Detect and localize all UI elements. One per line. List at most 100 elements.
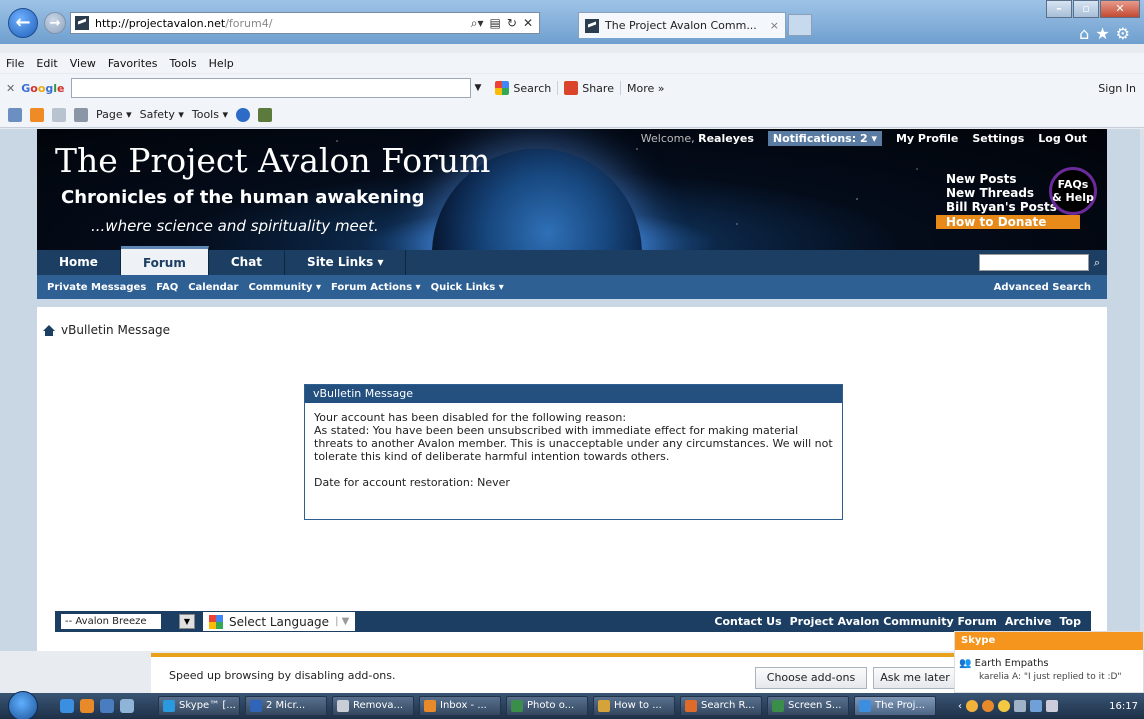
maximize-button[interactable]: ▫ [1073,0,1099,18]
stop-icon[interactable]: ✕ [523,16,533,31]
subnav-private-messages[interactable]: Private Messages [47,282,146,293]
page-scrollbar[interactable] [1140,129,1144,651]
notifications-dropdown[interactable]: Notifications: 2 ▾ [767,131,882,146]
taskbar-item-inbox[interactable]: Inbox - ... [419,696,501,716]
menu-favorites[interactable]: Favorites [108,57,158,70]
subnav-calendar[interactable]: Calendar [188,282,238,293]
volume-icon[interactable] [1046,700,1058,712]
tab-chat[interactable]: Chat [209,250,286,275]
choose-addons-button[interactable]: Choose add-ons [755,667,867,689]
skype-group-line: 👥 Earth Empaths [959,658,1143,669]
skype-notification-popup[interactable]: Skype 👥 Earth Empaths karelia A: "I just… [954,631,1144,693]
google-signin-link[interactable]: Sign In [1098,82,1136,95]
tray-app-icon[interactable] [998,700,1010,712]
taskbar-item-skype[interactable]: Skype™ [... [158,696,240,716]
print-icon[interactable] [74,107,88,122]
taskbar-item-removal[interactable]: Remova... [332,696,414,716]
rss-feed-icon[interactable] [30,107,44,122]
menu-file[interactable]: File [6,57,24,70]
address-path: /forum4/ [225,16,273,30]
home-icon[interactable]: ⌂ [1079,24,1095,43]
desktop-icon[interactable] [100,699,114,713]
chevron-down-icon[interactable]: ▼ [179,614,195,629]
tab-site-links[interactable]: Site Links ▾ [285,250,407,275]
ie-icon[interactable] [60,699,74,713]
close-toolbar-icon[interactable]: ✕ [6,82,15,95]
minimize-button[interactable]: – [1046,0,1072,18]
start-button[interactable] [8,691,38,719]
help-icon[interactable] [236,107,250,122]
tray-network-icon[interactable] [1014,700,1026,712]
footer-forum-link[interactable]: Project Avalon Community Forum [790,615,997,628]
cmd-safety-menu[interactable]: Safety ▾ [140,108,184,121]
tray-app-icon[interactable] [982,700,994,712]
firefox-icon[interactable] [80,699,94,713]
taskbar-item-screen[interactable]: Screen S... [767,696,849,716]
settings-link[interactable]: Settings [972,132,1024,145]
taskbar-item-howto[interactable]: How to ... [593,696,675,716]
close-window-button[interactable]: ✕ [1100,0,1140,18]
my-profile-link[interactable]: My Profile [896,132,958,145]
style-chooser-select[interactable]: -- Avalon Breeze [61,614,161,629]
google-more-button[interactable]: More » [621,82,671,95]
gear-icon[interactable]: ⚙ [1116,24,1136,43]
footer-contact-link[interactable]: Contact Us [714,615,781,628]
google-share-label: Share [582,81,614,95]
tab-home[interactable]: Home [37,250,121,275]
taskbar-item-word[interactable]: 2 Micr... [245,696,327,716]
google-share-button[interactable]: Share [558,81,621,95]
tray-display-icon[interactable] [1030,700,1042,712]
quick-launch [60,699,134,713]
subnav-forum-actions[interactable]: Forum Actions ▾ [331,282,421,293]
username-link[interactable]: Realeyes [698,132,754,145]
subnav-quick-links[interactable]: Quick Links ▾ [431,282,504,293]
menu-tools[interactable]: Tools [170,57,197,70]
subnav-faq[interactable]: FAQ [156,282,178,293]
home-page-icon[interactable] [8,107,22,122]
menu-view[interactable]: View [70,57,96,70]
research-icon[interactable] [258,107,272,122]
taskbar-item-search[interactable]: Search R... [680,696,762,716]
menu-edit[interactable]: Edit [36,57,57,70]
forward-button[interactable]: → [44,12,66,34]
google-search-input[interactable] [70,78,471,98]
donate-link[interactable]: How to Donate [936,215,1080,229]
home-icon[interactable] [43,324,55,336]
subnav-community[interactable]: Community ▾ [248,282,321,293]
message-reason: As stated: You have been been unsubscrib… [314,424,833,463]
tab-forum[interactable]: Forum [120,246,209,275]
tray-app-icon[interactable] [966,700,978,712]
mail-icon[interactable] [52,107,66,122]
ask-later-button[interactable]: Ask me later [873,667,957,689]
taskbar-item-photo[interactable]: Photo o... [506,696,588,716]
browser-tab-active[interactable]: The Project Avalon Comm... × [578,12,786,38]
faq-help-badge[interactable]: FAQs & Help [1049,167,1097,215]
refresh-icon[interactable]: ↻ [507,16,517,31]
cmd-tools-menu[interactable]: Tools ▾ [192,108,228,121]
advanced-search-link[interactable]: Advanced Search [994,282,1091,293]
site-title[interactable]: The Project Avalon Forum [55,141,490,180]
taskbar-item-project-avalon[interactable]: The Proj... [854,696,936,716]
message-line1: Your account has been disabled for the f… [314,411,627,424]
tab-close-button[interactable]: × [770,19,779,32]
forum-search-input[interactable] [979,254,1089,271]
taskbar-clock[interactable]: 16:17 [1109,701,1138,712]
google-search-button[interactable]: Search [489,81,559,95]
address-bar[interactable]: http://projectavalon.net/forum4/ ⌕▾ ▤ ↻ … [70,12,540,34]
back-button[interactable]: ← [8,8,38,38]
cmd-page-menu[interactable]: Page ▾ [96,108,132,121]
message-box: vBulletin Message Your account has been … [304,384,843,520]
logout-link[interactable]: Log Out [1038,132,1087,145]
footer-top-link[interactable]: Top [1060,615,1081,628]
favorites-star-icon[interactable]: ★ [1095,24,1115,43]
search-dropdown-icon[interactable]: ⌕▾ [471,16,484,31]
new-tab-button[interactable] [788,14,812,36]
compat-view-icon[interactable]: ▤ [490,16,501,31]
footer-archive-link[interactable]: Archive [1005,615,1052,628]
tray-expand-icon[interactable]: ‹ [958,701,962,712]
search-icon[interactable]: ⌕ [1089,253,1105,272]
translate-widget[interactable]: Select Language | ▼ [203,612,356,631]
menu-help[interactable]: Help [209,57,234,70]
explorer-icon[interactable] [120,699,134,713]
chevron-down-icon[interactable]: ▼ [475,83,482,93]
